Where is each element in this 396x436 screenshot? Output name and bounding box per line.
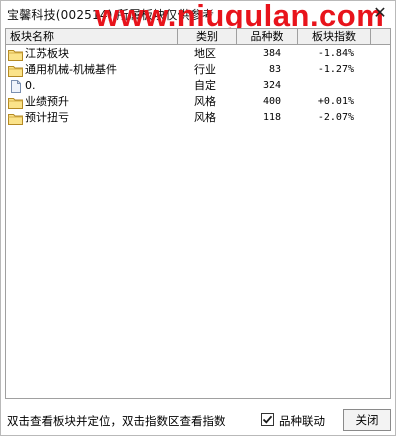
table-row[interactable]: 江苏板块 地区 384 -1.84% <box>6 46 390 62</box>
folder-icon <box>8 64 23 77</box>
linkage-checkbox[interactable] <box>261 413 274 426</box>
row-name-cell[interactable]: 0. <box>8 78 176 94</box>
row-name-cell[interactable]: 江苏板块 <box>8 46 176 62</box>
row-count: 400 <box>262 96 281 107</box>
check-icon <box>262 415 273 424</box>
linkage-checkbox-label[interactable]: 品种联动 <box>279 413 325 429</box>
title-bar[interactable]: 宝馨科技(002514) 所属板块仅供参考 www.niugulan.com ✕ <box>1 0 395 33</box>
row-name-cell[interactable]: 业绩预升 <box>8 94 176 110</box>
close-icon[interactable]: ✕ <box>370 3 390 23</box>
row-name: 通用机械-机械基件 <box>25 63 117 76</box>
row-name: 0. <box>25 79 36 92</box>
row-name: 预计扭亏 <box>25 111 69 124</box>
row-name-cell[interactable]: 通用机械-机械基件 <box>8 62 176 78</box>
folder-icon <box>8 112 23 125</box>
table-row[interactable]: 0. 自定 324 <box>6 78 390 94</box>
row-category: 风格 <box>194 95 216 108</box>
table-row[interactable]: 业绩预升 风格 400 +0.01% <box>6 94 390 110</box>
table-header: 板块名称 类别 品种数 板块指数 <box>6 29 390 45</box>
row-index[interactable]: -1.27% <box>298 62 354 78</box>
folder-icon <box>8 48 23 61</box>
folder-icon <box>8 96 23 109</box>
sector-dialog: 宝馨科技(002514) 所属板块仅供参考 www.niugulan.com ✕… <box>0 0 396 436</box>
column-header-index[interactable]: 板块指数 <box>298 29 371 45</box>
column-header-count[interactable]: 品种数 <box>237 29 298 45</box>
row-count: 83 <box>268 64 281 75</box>
row-index[interactable]: -2.07% <box>298 110 354 126</box>
table-row[interactable]: 通用机械-机械基件 行业 83 -1.27% <box>6 62 390 78</box>
row-count: 384 <box>262 48 281 59</box>
row-index[interactable]: -1.84% <box>298 46 354 62</box>
sector-table: 板块名称 类别 品种数 板块指数 江苏板块 地区 384 -1.84% 通用机械-机械基… <box>5 28 391 399</box>
row-name: 江苏板块 <box>25 47 69 60</box>
row-category: 自定 <box>194 79 216 92</box>
close-button[interactable]: 关闭 <box>343 409 391 431</box>
table-row[interactable]: 预计扭亏 风格 118 -2.07% <box>6 110 390 126</box>
row-category: 风格 <box>194 111 216 124</box>
hint-text: 双击查看板块并定位，双击指数区查看指数 <box>7 414 226 428</box>
row-category: 行业 <box>194 63 216 76</box>
row-name-cell[interactable]: 预计扭亏 <box>8 110 176 126</box>
row-count: 118 <box>262 112 281 123</box>
row-index[interactable] <box>298 78 354 94</box>
row-name: 业绩预升 <box>25 95 69 108</box>
column-header-name[interactable]: 板块名称 <box>6 29 178 45</box>
document-icon <box>8 79 23 93</box>
column-header-category[interactable]: 类别 <box>178 29 237 45</box>
table-body: 江苏板块 地区 384 -1.84% 通用机械-机械基件 行业 83 -1.27% 0. 自定 32… <box>6 46 390 126</box>
row-index[interactable]: +0.01% <box>298 94 354 110</box>
row-category: 地区 <box>194 47 216 60</box>
row-count: 324 <box>262 80 281 91</box>
footer: 双击查看板块并定位，双击指数区查看指数 品种联动 关闭 <box>1 405 395 435</box>
